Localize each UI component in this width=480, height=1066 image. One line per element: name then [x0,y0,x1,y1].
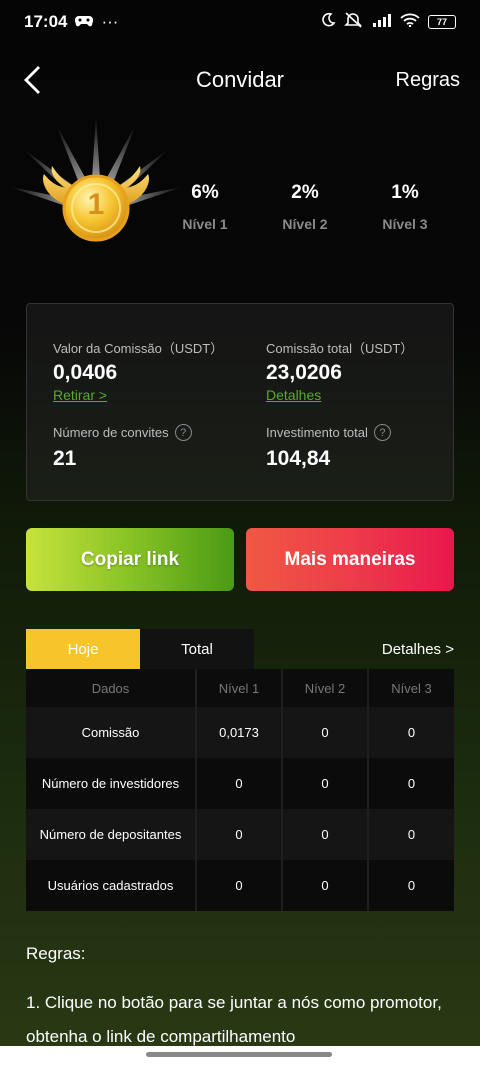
stat-label-row: Número de convites ? [53,424,192,441]
stat-label: Valor da Comissão（USDT） [53,341,224,356]
table-cell: 0 [282,707,369,758]
withdraw-link[interactable]: Retirar > [53,387,223,403]
medal-number: 1 [87,188,105,221]
level-percent: 1% [391,182,419,203]
rules-section: Regras: 1. Clique no botão para se junta… [26,944,456,1054]
mute-icon [344,11,364,33]
column-header: Dados [26,669,197,707]
tab-total[interactable]: Total [140,629,254,669]
table-cell: 0 [368,707,454,758]
battery-icon: 77 [428,15,456,29]
question-icon[interactable]: ? [174,424,192,441]
more-ways-button[interactable]: Mais maneiras [246,528,454,591]
rules-link[interactable]: Regras [396,69,460,92]
table-cell: 0 [282,860,369,911]
more-dots: ··· [101,12,119,31]
table-cell: Número de depositantes [26,809,197,860]
level-item: 1% Nível 3 [360,182,450,232]
page-title: Convidar [195,67,285,92]
table-cell: 0 [196,758,283,809]
stat-value: 23,0206 [266,361,342,384]
table-cell: 0 [368,758,454,809]
table-cell: 0 [282,809,369,860]
tab-today[interactable]: Hoje [26,629,140,669]
level-data-table: Dados Nível 1 Nível 2 Nível 3 Comissão 0… [26,669,454,911]
stat-value: 21 [53,447,77,470]
period-tabs: Hoje Total Detalhes > [26,629,454,669]
table-cell: Comissão [26,707,197,758]
invites-stat: Número de convites ? 21 [53,424,192,471]
table-row: Comissão 0,0173 0 0 [26,707,454,758]
status-bar: 17:04 ··· 77 [0,0,480,44]
table-header-row: Dados Nível 1 Nível 2 Nível 3 [26,669,454,707]
table-cell: 0,0173 [196,707,283,758]
stat-value: 0,0406 [53,361,118,384]
copy-link-button[interactable]: Copiar link [26,528,234,591]
level-name: Nível 2 [282,216,328,232]
header: Convidar Regras [0,56,480,104]
table-cell: Usuários cadastrados [26,860,197,911]
level-rates: 6% Nível 1 2% Nível 2 1% Nível 3 [155,182,455,232]
status-time: 17:04 [24,12,68,31]
table-cell: Número de investidores [26,758,197,809]
table-details-link[interactable]: Detalhes > [382,641,454,658]
commission-value-stat: Valor da Comissão（USDT） 0,0406 Retirar > [53,338,223,403]
table-cell: 0 [282,758,369,809]
table-row: Número de investidores 0 0 0 [26,758,454,809]
level-percent: 2% [291,182,319,203]
stat-label: Comissão total（USDT） [266,341,414,356]
status-left: 17:04 ··· [24,12,118,32]
stat-label-row: Investimento total ? [266,424,391,441]
total-commission-stat: Comissão total（USDT） 23,0206 Detalhes [266,338,413,403]
table-cell: 0 [196,860,283,911]
back-button[interactable] [14,62,50,98]
table-row: Usuários cadastrados 0 0 0 [26,860,454,911]
level-name: Nível 3 [382,216,428,232]
column-header: Nível 1 [196,669,283,707]
stat-value: 104,84 [266,447,331,470]
stat-label: Número de convites [53,425,169,440]
column-header: Nível 3 [368,669,454,707]
signal-icon [372,12,392,32]
table-row: Número de depositantes 0 0 0 [26,809,454,860]
table-cell: 0 [368,809,454,860]
stat-label: Investimento total [266,425,368,440]
status-right: 77 [320,11,456,33]
details-link[interactable]: Detalhes [266,387,413,403]
question-icon[interactable]: ? [373,424,391,441]
level-item: 6% Nível 1 [160,182,250,232]
total-investment-stat: Investimento total ? 104,84 [266,424,391,471]
level-name: Nível 1 [182,216,228,232]
game-controller-icon [75,12,94,32]
rules-text: 1. Clique no botão para se juntar a nós … [26,993,442,1046]
column-header: Nível 2 [282,669,369,707]
table-cell: 0 [196,809,283,860]
home-gesture-handle[interactable] [146,1052,332,1057]
stats-card: Valor da Comissão（USDT） 0,0406 Retirar >… [26,303,454,501]
wifi-icon [400,12,420,32]
chevron-left-icon [24,66,40,94]
level-percent: 6% [191,182,219,203]
rules-heading: Regras: [26,944,86,963]
level-item: 2% Nível 2 [260,182,350,232]
table-cell: 0 [368,860,454,911]
moon-icon [320,12,336,33]
